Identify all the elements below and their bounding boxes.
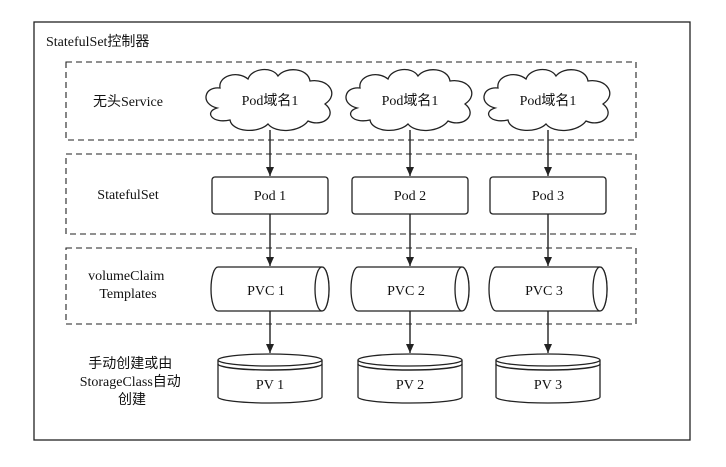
pod-label: Pod 2 [394, 189, 426, 204]
pvc-label: PVC 2 [387, 284, 425, 299]
column-3: Pod域名1 Pod 3 PVC 3 PV 3 [483, 68, 611, 404]
pod-label: Pod 1 [254, 189, 286, 204]
statefulset-label: StatefulSet [97, 188, 159, 203]
pvc-cylinder-cap [592, 266, 608, 312]
pv-disk-top [217, 353, 323, 367]
controller-title: StatefulSet控制器 [46, 34, 149, 50]
pv-disk-top [357, 353, 463, 367]
statefulset-diagram: StatefulSet控制器 无头Service StatefulSet vol… [0, 0, 726, 462]
pvc-cylinder-cap [314, 266, 330, 312]
pvc-cylinder-cap [454, 266, 470, 312]
diagram-canvas: StatefulSet控制器 无头Service StatefulSet vol… [33, 21, 691, 441]
headless-service-label: 无头Service [93, 94, 163, 110]
column-1: Pod域名1 Pod 1 PVC 1 PV 1 [205, 68, 333, 404]
pod-dns-label: Pod域名1 [520, 93, 577, 109]
pvc-label: PVC 3 [525, 284, 563, 299]
pod-dns-label: Pod域名1 [242, 93, 299, 109]
pv-disk-top [495, 353, 601, 367]
volume-claim-templates-label: volumeClaim Templates [88, 269, 168, 302]
pv-label: PV 1 [256, 378, 284, 393]
provisioning-label: 手动创建或由 StorageClass自动 创建 [80, 356, 185, 408]
pv-label: PV 2 [396, 378, 424, 393]
pv-label: PV 3 [534, 378, 562, 393]
pod-dns-label: Pod域名1 [382, 93, 439, 109]
column-2: Pod域名1 Pod 2 PVC 2 PV 2 [345, 68, 473, 404]
pvc-label: PVC 1 [247, 284, 285, 299]
columns-layer: Pod域名1 Pod 1 PVC 1 PV 1 Pod域名1 Pod 2 PVC 2 PV 2… [205, 68, 611, 404]
pod-label: Pod 3 [532, 189, 564, 204]
